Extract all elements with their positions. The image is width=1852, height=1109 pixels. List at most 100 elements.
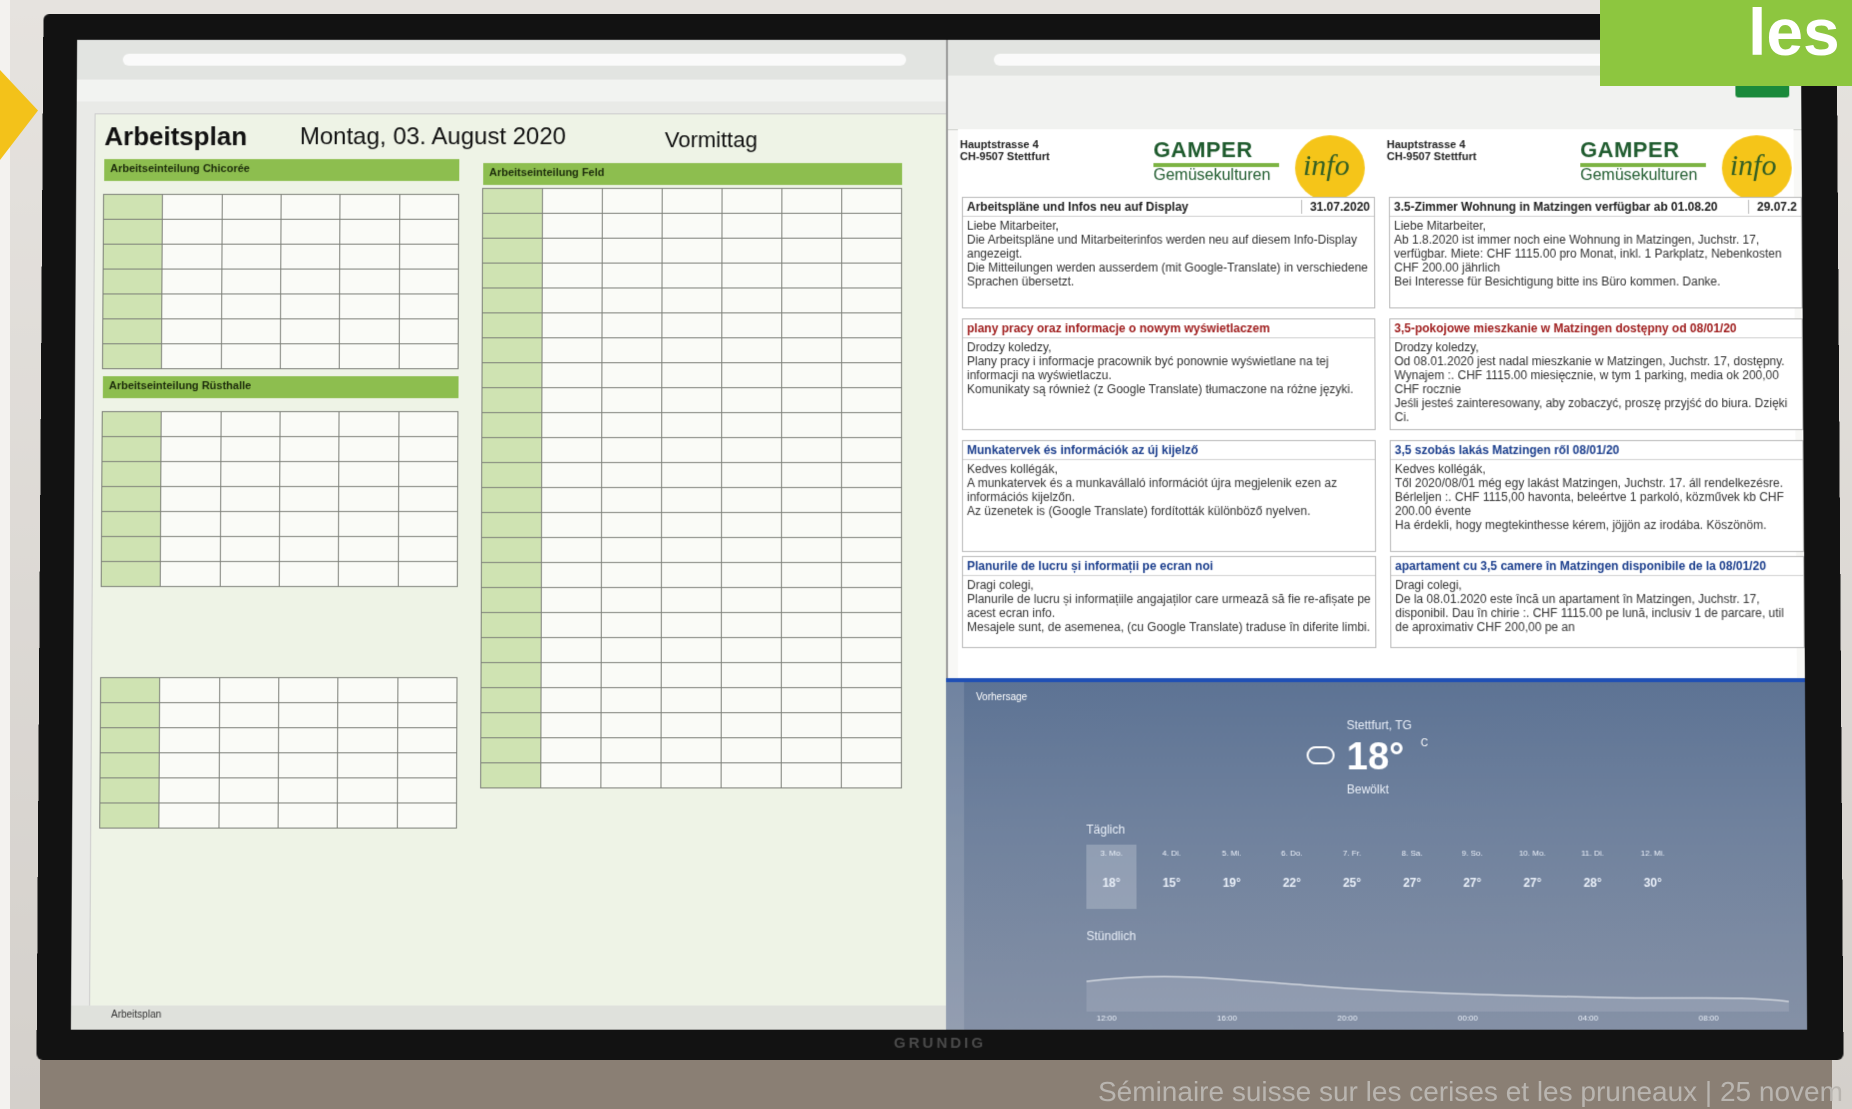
sheet-cell[interactable] [220, 436, 281, 463]
sheet-cell[interactable] [841, 412, 903, 439]
sheet-cell[interactable] [541, 437, 603, 464]
sheet-cell[interactable] [278, 535, 340, 563]
sheet-cell[interactable] [398, 343, 459, 370]
sheet-cell[interactable] [337, 777, 398, 804]
sheet-cell[interactable] [219, 535, 280, 563]
sheet-cell[interactable] [600, 662, 662, 689]
sheet-cell[interactable] [540, 612, 602, 639]
sheet-cell[interactable] [841, 462, 903, 489]
sheet-tab-arbeitsplan[interactable]: Arbeitsplan [111, 1010, 161, 1021]
sheet-cell[interactable] [660, 512, 723, 538]
sheet-cell[interactable] [780, 562, 842, 589]
sheet-cell[interactable] [480, 512, 543, 538]
sheet-cell[interactable] [220, 293, 282, 320]
sheet-cell[interactable] [780, 637, 842, 664]
sheet-cell[interactable] [780, 612, 842, 639]
sheet-cell[interactable] [481, 437, 543, 464]
sheet-cell[interactable] [99, 802, 160, 829]
sheet-cell[interactable] [720, 662, 782, 689]
sheet-cell[interactable] [721, 437, 783, 464]
sheet-cell[interactable] [781, 212, 843, 239]
sheet-cell[interactable] [337, 702, 398, 729]
sheet-cell[interactable] [661, 237, 723, 264]
sheet-cell[interactable] [781, 187, 843, 214]
sheet-cell[interactable] [101, 436, 162, 463]
sheet-cell[interactable] [780, 737, 842, 764]
sheet-cell[interactable] [396, 677, 458, 704]
sheet-cell[interactable] [841, 187, 903, 214]
sheet-cell[interactable] [102, 193, 164, 220]
sheet-cell[interactable] [540, 637, 602, 664]
sheet-cell[interactable] [600, 712, 662, 739]
sheet-cell[interactable] [781, 362, 843, 389]
sheet-cell[interactable] [160, 436, 222, 463]
sheet-cell[interactable] [780, 587, 842, 614]
group-grid[interactable] [480, 187, 903, 789]
sheet-cell[interactable] [601, 462, 663, 489]
sheet-cell[interactable] [601, 312, 663, 339]
sheet-cell[interactable] [840, 637, 902, 664]
sheet-cell[interactable] [661, 337, 723, 364]
sheet-cell[interactable] [398, 411, 459, 438]
sheet-cell[interactable] [540, 512, 603, 538]
sheet-cell[interactable] [278, 561, 340, 588]
sheet-cell[interactable] [398, 193, 460, 220]
sheet-cell[interactable] [541, 212, 603, 239]
sheet-cell[interactable] [161, 318, 222, 345]
sheet-cell[interactable] [398, 218, 460, 245]
sheet-cell[interactable] [337, 677, 399, 704]
sheet-cell[interactable] [661, 212, 723, 239]
sheet-cell[interactable] [661, 462, 723, 489]
sheet-cell[interactable] [480, 737, 542, 764]
sheet-cell[interactable] [541, 487, 603, 514]
sheet-cell[interactable] [601, 262, 663, 289]
sheet-cell[interactable] [781, 287, 843, 314]
sheet-cell[interactable] [102, 268, 163, 295]
sheet-cell[interactable] [781, 337, 843, 364]
sheet-cell[interactable] [339, 193, 400, 220]
sheet-cell[interactable] [338, 486, 399, 513]
sheet-cell[interactable] [721, 412, 783, 439]
sheet-cell[interactable] [540, 712, 602, 739]
sheet-cell[interactable] [721, 212, 783, 239]
sheet-cell[interactable] [221, 218, 282, 245]
forecast-day[interactable]: 7. Fr. 25° [1327, 845, 1377, 909]
sheet-cell[interactable] [397, 461, 459, 488]
sheet-cell[interactable] [338, 535, 399, 563]
sheet-cell[interactable] [337, 802, 398, 829]
sheet-cell[interactable] [279, 343, 341, 370]
sheet-cell[interactable] [601, 187, 663, 214]
sheet-cell[interactable] [278, 677, 339, 704]
sheet-cell[interactable] [397, 511, 459, 537]
sheet-cell[interactable] [540, 562, 602, 589]
sheet-cell[interactable] [660, 587, 722, 614]
sheet-cell[interactable] [840, 512, 903, 538]
sheet-cell[interactable] [339, 293, 400, 320]
sheet-cell[interactable] [396, 777, 458, 804]
sheet-cell[interactable] [600, 687, 662, 714]
sheet-cell[interactable] [780, 762, 842, 789]
sheet-cell[interactable] [600, 612, 662, 639]
sheet-cell[interactable] [159, 727, 220, 754]
sheet-cell[interactable] [721, 337, 783, 364]
sheet-cell[interactable] [480, 562, 542, 589]
sheet-cell[interactable] [482, 187, 544, 214]
sheet-cell[interactable] [841, 362, 903, 389]
sheet-cell[interactable] [541, 337, 603, 364]
sheet-cell[interactable] [338, 411, 400, 438]
sheet-cell[interactable] [101, 411, 163, 438]
forecast-day[interactable]: 12. Mi. 30° [1628, 845, 1678, 909]
group-grid[interactable] [100, 411, 459, 588]
forecast-day[interactable]: 4. Di. 15° [1146, 845, 1196, 909]
sheet-cell[interactable] [840, 687, 902, 714]
sheet-cell[interactable] [280, 218, 341, 245]
sheet-cell[interactable] [541, 237, 603, 264]
sheet-cell[interactable] [721, 462, 783, 489]
sheet-cell[interactable] [218, 777, 279, 804]
sheet-cell[interactable] [481, 462, 543, 489]
forecast-day[interactable]: 8. Sa. 27° [1387, 845, 1437, 909]
sheet-cell[interactable] [660, 562, 722, 589]
sheet-cell[interactable] [781, 462, 843, 489]
sheet-cell[interactable] [398, 268, 459, 295]
sheet-cell[interactable] [397, 486, 459, 513]
